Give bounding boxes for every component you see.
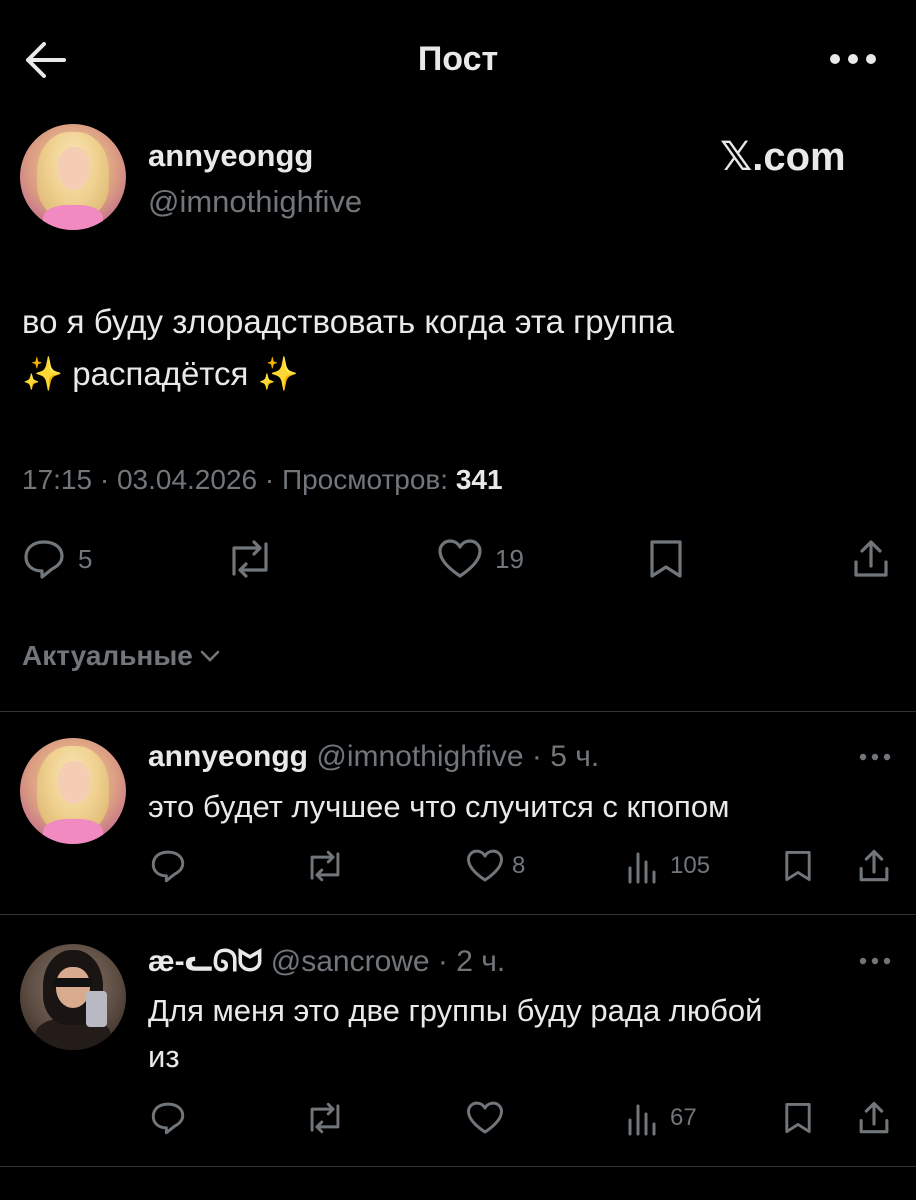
avatar[interactable] xyxy=(20,124,126,230)
x-watermark: 𝕏.com xyxy=(720,135,846,179)
share-button[interactable] xyxy=(850,538,892,580)
views-button[interactable]: 67 xyxy=(626,1100,697,1136)
reply-text: это будет лучшее что случится с кпопом xyxy=(148,789,730,824)
more-options-icon[interactable] xyxy=(858,956,892,966)
view-count: 67 xyxy=(670,1104,697,1131)
reply-icon xyxy=(22,538,66,580)
page-title: Пост xyxy=(417,40,499,78)
heart-icon xyxy=(466,848,504,884)
view-count: 341 xyxy=(455,464,503,495)
divider xyxy=(0,1166,916,1167)
author-handle[interactable]: @imnothighfive xyxy=(148,184,362,220)
avatar[interactable] xyxy=(20,944,126,1050)
reply-button[interactable]: 5 xyxy=(22,538,92,580)
more-options-icon[interactable] xyxy=(858,752,892,762)
author-display-name[interactable]: annyeongg xyxy=(148,138,313,174)
reply-handle-time[interactable]: @sancrowe · 2 ч. xyxy=(271,945,506,978)
reply-text-line-1: Для меня это две группы буду рада любой xyxy=(148,993,763,1028)
chevron-down-icon xyxy=(199,648,221,664)
reply-header: annyeongg @imnothighfive · 5 ч. xyxy=(148,740,599,774)
like-count: 19 xyxy=(495,543,524,574)
views-button[interactable]: 105 xyxy=(626,848,710,884)
reply-text-line-2: из xyxy=(148,1039,180,1074)
like-count: 8 xyxy=(512,852,526,879)
bookmark-button[interactable] xyxy=(646,538,686,580)
post-text-line-1: во я буду злорадствовать когда эта групп… xyxy=(22,303,674,340)
repost-icon[interactable] xyxy=(304,848,346,884)
avatar[interactable] xyxy=(20,738,126,844)
reply-handle-time[interactable]: @imnothighfive · 5 ч. xyxy=(316,740,599,773)
repost-icon[interactable] xyxy=(304,1100,346,1136)
analytics-icon xyxy=(626,848,658,884)
bookmark-icon[interactable] xyxy=(782,848,814,884)
like-button[interactable]: 8 xyxy=(466,848,525,884)
heart-icon[interactable] xyxy=(466,1100,504,1136)
post-meta: 17:15 · 03.04.2026 · Просмотров: 341 xyxy=(22,464,503,496)
reply-display-name[interactable]: annyeongg xyxy=(148,740,308,773)
reply-icon[interactable] xyxy=(150,1100,186,1136)
share-icon[interactable] xyxy=(856,848,892,884)
share-icon[interactable] xyxy=(856,1100,892,1136)
sort-dropdown[interactable]: Актуальные xyxy=(22,640,221,672)
bookmark-icon[interactable] xyxy=(782,1100,814,1136)
reply-count: 5 xyxy=(78,543,93,574)
repost-button[interactable] xyxy=(224,538,276,580)
post-text-line-2: ✨ распадётся ✨ xyxy=(22,355,299,392)
heart-icon xyxy=(437,538,483,580)
reply-header: æ-ᓚᘏᗢ @sancrowe · 2 ч. xyxy=(148,944,505,979)
post-timestamp: 17:15 · 03.04.2026 · Просмотров: xyxy=(22,464,449,495)
sort-label: Актуальные xyxy=(22,640,193,671)
reply-icon[interactable] xyxy=(150,848,186,884)
more-options-icon[interactable] xyxy=(828,52,878,66)
view-count: 105 xyxy=(670,852,711,879)
reply-display-name[interactable]: æ-ᓚᘏᗢ xyxy=(148,945,262,978)
analytics-icon xyxy=(626,1100,658,1136)
like-button[interactable]: 19 xyxy=(437,538,524,580)
